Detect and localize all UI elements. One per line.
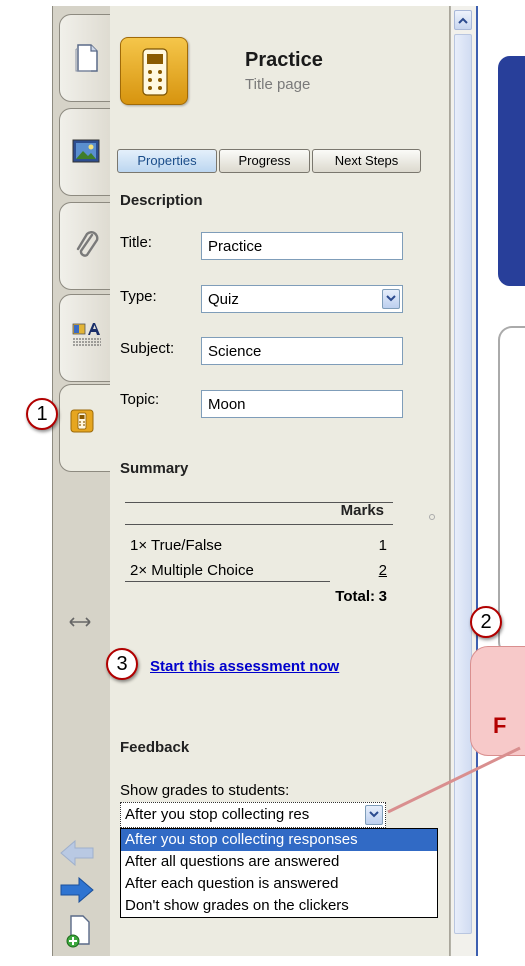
type-dropdown-button[interactable] bbox=[382, 289, 400, 309]
subject-field[interactable]: Science bbox=[201, 337, 403, 365]
show-grades-options: After you stop collecting responses Afte… bbox=[120, 828, 438, 918]
show-grades-select-value: After you stop collecting res bbox=[125, 806, 310, 823]
description-heading: Description bbox=[120, 192, 203, 209]
total-label: Total: bbox=[335, 588, 375, 605]
image-icon bbox=[72, 139, 100, 163]
callout-pointer bbox=[387, 746, 521, 814]
summary-row-marks: 2 bbox=[378, 562, 387, 579]
bubble-letter: F bbox=[493, 713, 507, 738]
start-assessment-link[interactable]: Start this assessment now bbox=[150, 658, 339, 675]
option-after-stop-collecting[interactable]: After you stop collecting responses bbox=[121, 829, 437, 851]
summary-row-label: 1× True/False bbox=[130, 537, 223, 554]
page-title: Practice bbox=[245, 49, 323, 71]
tab-gallery[interactable] bbox=[59, 108, 111, 196]
attachment-icon bbox=[76, 231, 99, 257]
option-after-all-answered[interactable]: After all questions are answered bbox=[121, 851, 437, 873]
text-style-icon bbox=[72, 323, 101, 346]
title-field[interactable]: Practice bbox=[201, 232, 403, 260]
summary-row-marks: 1 bbox=[378, 537, 387, 554]
callout-3: 3 bbox=[106, 648, 138, 680]
page-subtitle: Title page bbox=[245, 76, 311, 93]
type-select[interactable]: Quiz bbox=[201, 285, 403, 313]
resize-arrows-icon[interactable] bbox=[69, 616, 91, 628]
tab-properties[interactable] bbox=[59, 294, 111, 382]
clicker-icon bbox=[70, 409, 94, 433]
sidebar-tab-strip bbox=[52, 6, 115, 956]
scroll-up-icon bbox=[458, 17, 468, 24]
callout-2: 2 bbox=[470, 606, 502, 638]
clicker-icon bbox=[142, 48, 168, 96]
feedback-heading: Feedback bbox=[120, 739, 190, 756]
slide-header-band bbox=[498, 56, 525, 286]
app-window: 1 Practice Title page Properties Progres… bbox=[0, 0, 525, 966]
type-select-value: Quiz bbox=[208, 291, 239, 308]
summary-heading: Summary bbox=[120, 460, 189, 477]
option-dont-show-grades[interactable]: Don't show grades on the clickers bbox=[121, 895, 437, 917]
topic-field[interactable]: Moon bbox=[201, 390, 403, 418]
marks-header: Marks bbox=[340, 502, 384, 519]
tab-attachments[interactable] bbox=[59, 202, 111, 290]
page-icon bbox=[75, 44, 98, 72]
tab-page-sorter[interactable] bbox=[59, 14, 111, 102]
option-after-each-answered[interactable]: After each question is answered bbox=[121, 873, 437, 895]
tab-progress-button[interactable]: Progress bbox=[219, 149, 310, 173]
callout-1: 1 bbox=[26, 398, 58, 430]
type-label: Type: bbox=[120, 288, 157, 305]
forward-arrow-icon[interactable] bbox=[59, 876, 95, 904]
total-value: 3 bbox=[378, 588, 387, 605]
assessment-icon-large bbox=[120, 37, 188, 105]
summary-row-label: 2× Multiple Choice bbox=[130, 562, 254, 579]
dropdown-arrow-icon bbox=[369, 811, 379, 818]
tab-next-steps-button[interactable]: Next Steps bbox=[312, 149, 421, 173]
subject-label: Subject: bbox=[120, 340, 175, 357]
tab-properties-button[interactable]: Properties bbox=[117, 149, 217, 173]
slide-content-box bbox=[498, 326, 525, 656]
add-page-icon[interactable] bbox=[65, 914, 91, 948]
topic-label: Topic: bbox=[120, 391, 160, 408]
title-label: Title: bbox=[120, 234, 152, 251]
dropdown-arrow-icon bbox=[386, 295, 396, 302]
back-arrow-icon[interactable] bbox=[59, 839, 95, 867]
show-grades-select[interactable]: After you stop collecting res bbox=[120, 802, 386, 828]
scroll-up-button[interactable] bbox=[454, 10, 472, 30]
tab-assessment[interactable] bbox=[59, 384, 115, 472]
show-grades-label: Show grades to students: bbox=[120, 782, 290, 799]
